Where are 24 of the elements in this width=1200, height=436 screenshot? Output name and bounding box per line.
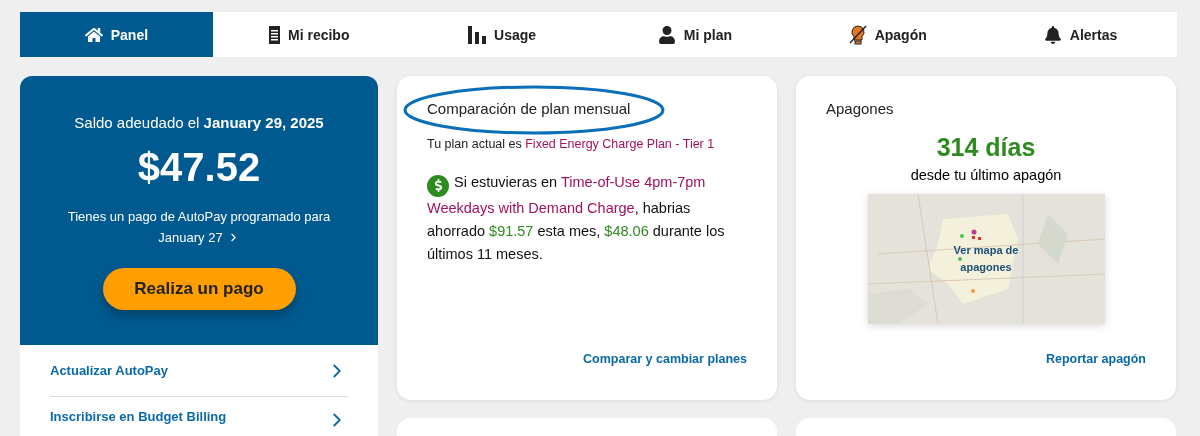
home-icon [84, 25, 103, 44]
document-icon [269, 25, 280, 44]
user-icon [657, 25, 676, 44]
card-title: Apagones [826, 100, 895, 117]
account-link[interactable]: Actualizar AutoPay [50, 345, 348, 397]
card-title: Comparación de plan mensual [427, 100, 632, 117]
bar-chart-icon [468, 25, 487, 44]
due-date-text: Saldo adeudado el January 29, 2025 [74, 114, 324, 131]
balance-amount: $47.52 [137, 145, 261, 190]
lightbulb-off-icon [848, 24, 867, 45]
autopay-text: Tienes un pago de AutoPay programado para [67, 208, 331, 226]
since-text: desde tu último apagón [910, 167, 1062, 183]
compare-plans-link[interactable]: Comparar y cambiar planes [583, 352, 747, 366]
autopay-date-link[interactable]: January 27 [158, 227, 240, 248]
dollar-icon [427, 174, 449, 197]
outage-map-link[interactable]: Ver mapa de apagones [936, 242, 1036, 276]
nav-tab[interactable]: Panel [20, 12, 213, 57]
days-count: 314 días [936, 133, 1036, 162]
report-outage-link[interactable]: Reportar apagón [1046, 352, 1146, 366]
bell-icon [1043, 25, 1062, 44]
make-payment-button[interactable]: Realiza un pago [102, 268, 296, 310]
current-plan-text: Tu plan actual es Fixed Energy Charge Plan - Tier 1 [427, 137, 716, 151]
account-link[interactable]: Inscribirse en Budget Billing [50, 397, 348, 436]
savings-text: Si estuvieras en Time-of-Use 4pm-7pm Weekdays with Demand Charge, habrias ahorrado $91.57 esta mes, $48.06 durante los últimos 11 meses. [427, 173, 726, 264]
